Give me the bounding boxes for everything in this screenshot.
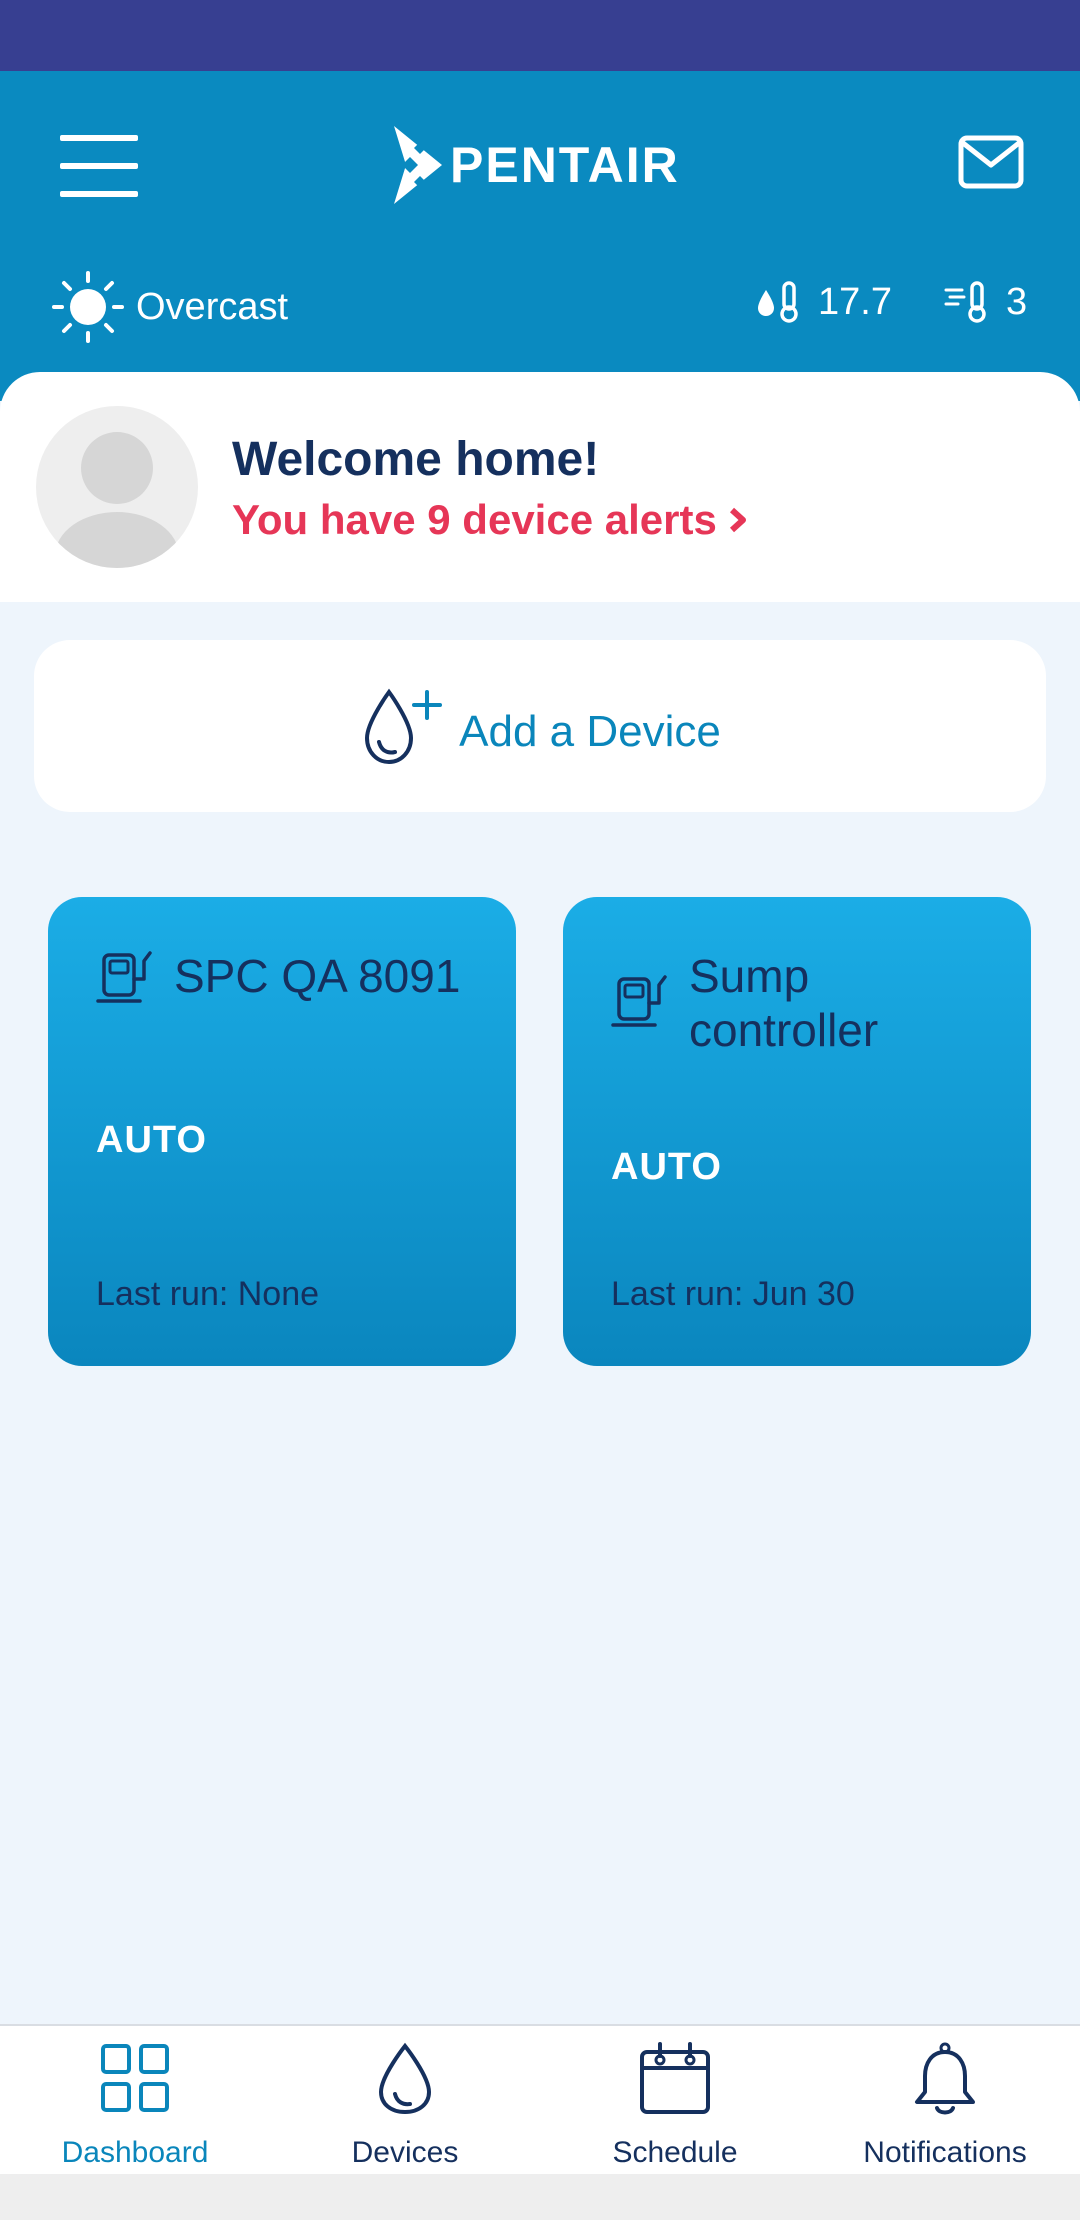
device-name: Sump controller (689, 950, 879, 1056)
temperature-value: 17.7 (818, 280, 892, 323)
user-silhouette-icon (55, 432, 179, 568)
sump-pump-icon (96, 951, 152, 1003)
device-alerts-link[interactable]: You have 9 device alerts (232, 496, 749, 544)
wind-thermometer-icon (944, 281, 986, 323)
welcome-title: Welcome home! (232, 433, 600, 486)
pentair-logo: PENTAIR (386, 125, 680, 205)
nav-label: Devices (351, 2136, 459, 2169)
avatar[interactable] (36, 406, 198, 568)
nav-schedule[interactable]: Schedule (540, 2026, 810, 2174)
nav-label: Dashboard (61, 2136, 209, 2169)
chevron-right-icon (729, 507, 746, 533)
weather-label: Overcast (136, 285, 289, 328)
water-thermometer-icon (758, 281, 798, 323)
system-gesture-bar (0, 2174, 1080, 2220)
status-bar (0, 0, 1080, 71)
wind-stat: 3 (944, 272, 1027, 332)
add-device-button[interactable]: Add a Device (34, 640, 1046, 812)
nav-label: Schedule (612, 2136, 738, 2169)
device-mode: AUTO (96, 1119, 207, 1161)
temperature-stat: 17.7 (756, 272, 892, 332)
welcome-panel: Welcome home! You have 9 device alerts (0, 372, 1080, 602)
device-card[interactable]: SPC QA 8091 AUTO Last run: None (48, 897, 516, 1366)
nav-notifications[interactable]: Notifications (810, 2026, 1080, 2174)
sump-pump-icon (611, 975, 667, 1027)
app-header: PENTAIR Overcast 17.7 3 (0, 71, 1080, 401)
grid-icon (101, 2044, 169, 2112)
logo-text: PENTAIR (450, 137, 680, 193)
device-card[interactable]: Sump controller AUTO Last run: Jun 30 (563, 897, 1031, 1366)
device-mode: AUTO (611, 1146, 722, 1188)
nav-dashboard[interactable]: Dashboard (0, 2026, 270, 2174)
device-last-run: Last run: Jun 30 (611, 1275, 855, 1313)
device-alerts-text: You have 9 device alerts (232, 496, 717, 543)
weather-status: Overcast (52, 267, 288, 347)
droplet-plus-icon (365, 688, 443, 765)
hamburger-menu-icon[interactable] (60, 131, 140, 201)
device-last-run: Last run: None (96, 1275, 320, 1313)
bottom-nav: Dashboard Devices Schedule Notifications (0, 2024, 1080, 2174)
droplet-icon (378, 2042, 432, 2115)
envelope-icon[interactable] (958, 135, 1024, 189)
nav-devices[interactable]: Devices (270, 2026, 540, 2174)
pentair-logo-mark (386, 126, 442, 204)
device-name: SPC QA 8091 (174, 950, 461, 1002)
calendar-icon (640, 2042, 710, 2114)
add-device-label: Add a Device (459, 707, 721, 756)
sun-icon (52, 271, 124, 343)
bell-icon (915, 2042, 975, 2115)
wind-value: 3 (1006, 280, 1028, 323)
nav-label: Notifications (863, 2136, 1027, 2169)
